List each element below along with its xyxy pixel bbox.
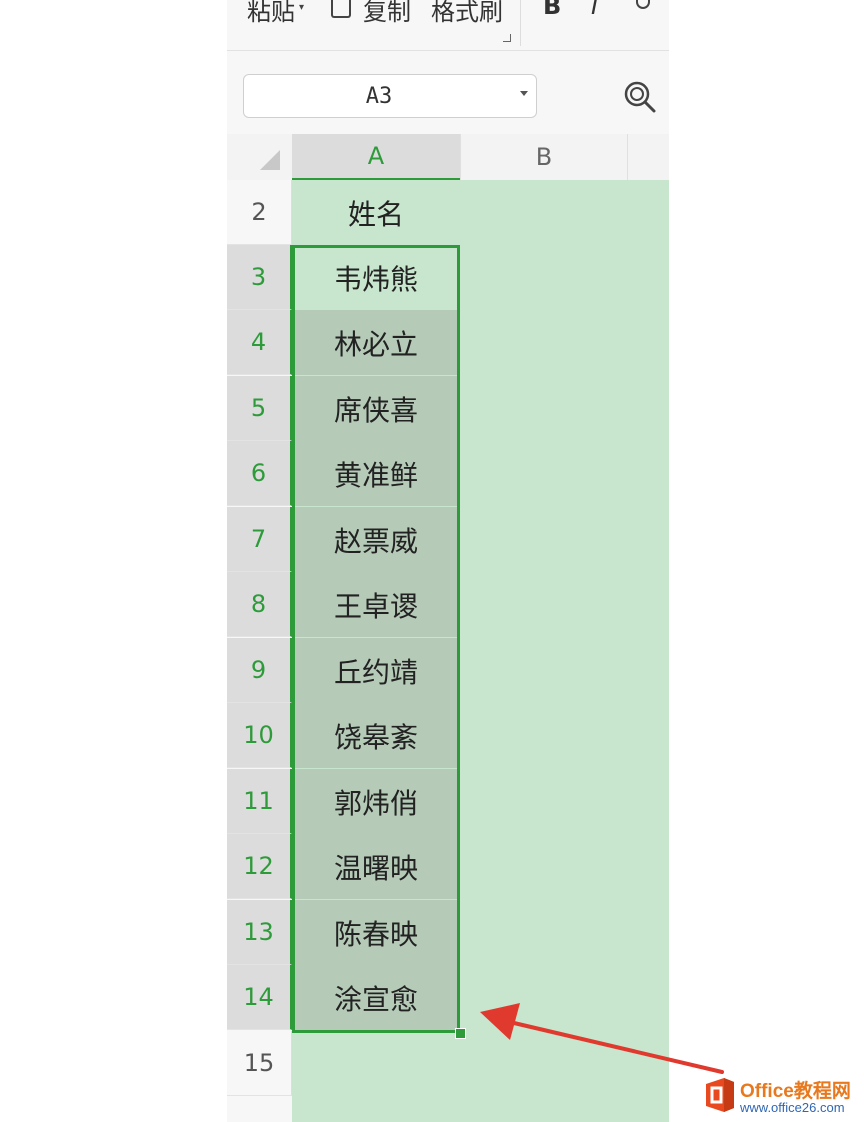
cell-a6[interactable]: 黄准鲜 xyxy=(292,441,460,506)
office-logo-icon xyxy=(706,1078,734,1112)
name-box-value: A3 xyxy=(365,84,393,109)
paste-dropdown-icon[interactable]: ▾ xyxy=(299,2,304,13)
row-header-2[interactable]: 2 xyxy=(227,180,292,245)
cell-a4[interactable]: 林必立 xyxy=(292,310,460,375)
cell-a7[interactable]: 赵票威 xyxy=(292,507,460,572)
name-box[interactable]: A3 xyxy=(243,74,537,118)
zoom-search-icon[interactable] xyxy=(623,80,657,114)
column-header-bar: A B xyxy=(227,134,669,180)
column-header-a[interactable]: A xyxy=(292,134,460,180)
row-header-3[interactable]: 3 xyxy=(227,245,292,310)
cell-a12[interactable]: 温曙映 xyxy=(292,834,460,899)
cell-a2[interactable]: 姓名 xyxy=(292,180,460,245)
watermark-name: Office教程网 xyxy=(740,1081,851,1102)
row-header-15[interactable]: 15 xyxy=(227,1031,292,1096)
watermark-url: www.office26.com xyxy=(740,1100,845,1115)
select-all-triangle-icon xyxy=(260,150,280,170)
ribbon-border xyxy=(227,50,669,51)
paste-button[interactable]: 粘贴 xyxy=(247,0,295,27)
select-all-button[interactable] xyxy=(227,134,292,180)
cell-a15[interactable] xyxy=(292,1031,460,1096)
format-painter-button[interactable]: 格式刷 xyxy=(431,0,503,27)
fill-handle[interactable] xyxy=(455,1028,466,1039)
bold-button[interactable]: B xyxy=(543,0,561,20)
column-header-b[interactable]: B xyxy=(460,134,628,180)
row-header-12[interactable]: 12 xyxy=(227,834,292,899)
copy-button[interactable]: 复制 xyxy=(363,0,411,27)
row-header-4[interactable]: 4 xyxy=(227,310,292,375)
ribbon-divider xyxy=(520,0,521,46)
italic-button[interactable]: I xyxy=(591,0,598,20)
ribbon-toolbar: 粘贴 ▾ 复制 格式刷 B I xyxy=(227,0,669,50)
row-header-10[interactable]: 10 xyxy=(227,703,292,768)
cell-a14[interactable]: 涂宣愈 xyxy=(292,965,460,1030)
cell-a8[interactable]: 王卓谡 xyxy=(292,572,460,637)
row-header-9[interactable]: 9 xyxy=(227,638,292,703)
row-header-6[interactable]: 6 xyxy=(227,441,292,506)
cell-a13[interactable]: 陈春映 xyxy=(292,900,460,965)
cell-a5[interactable]: 席侠喜 xyxy=(292,376,460,441)
row-header-8[interactable]: 8 xyxy=(227,572,292,637)
row-header-13[interactable]: 13 xyxy=(227,900,292,965)
clipboard-dialog-launcher-icon[interactable] xyxy=(503,34,511,42)
watermark: Office教程网 www.office26.com xyxy=(700,1068,864,1122)
name-box-dropdown-icon[interactable] xyxy=(520,91,528,96)
row-header-14[interactable]: 14 xyxy=(227,965,292,1030)
copy-icon[interactable] xyxy=(331,0,351,18)
sheet-grid[interactable]: 姓名 韦炜熊 林必立 席侠喜 黄准鲜 赵票威 王卓谡 丘约靖 饶皋紊 郭炜俏 温… xyxy=(292,180,669,1122)
row-header-5[interactable]: 5 xyxy=(227,376,292,441)
cell-a9[interactable]: 丘约靖 xyxy=(292,638,460,703)
underline-icon[interactable] xyxy=(633,0,653,16)
cell-a10[interactable]: 饶皋紊 xyxy=(292,703,460,768)
spreadsheet-app: 粘贴 ▾ 复制 格式刷 B I A3 A B 2 3 4 5 6 7 8 9 1… xyxy=(227,0,669,1122)
cell-a3[interactable]: 韦炜熊 xyxy=(292,245,460,310)
row-header-11[interactable]: 11 xyxy=(227,769,292,834)
row-header-7[interactable]: 7 xyxy=(227,507,292,572)
cell-a11[interactable]: 郭炜俏 xyxy=(292,769,460,834)
